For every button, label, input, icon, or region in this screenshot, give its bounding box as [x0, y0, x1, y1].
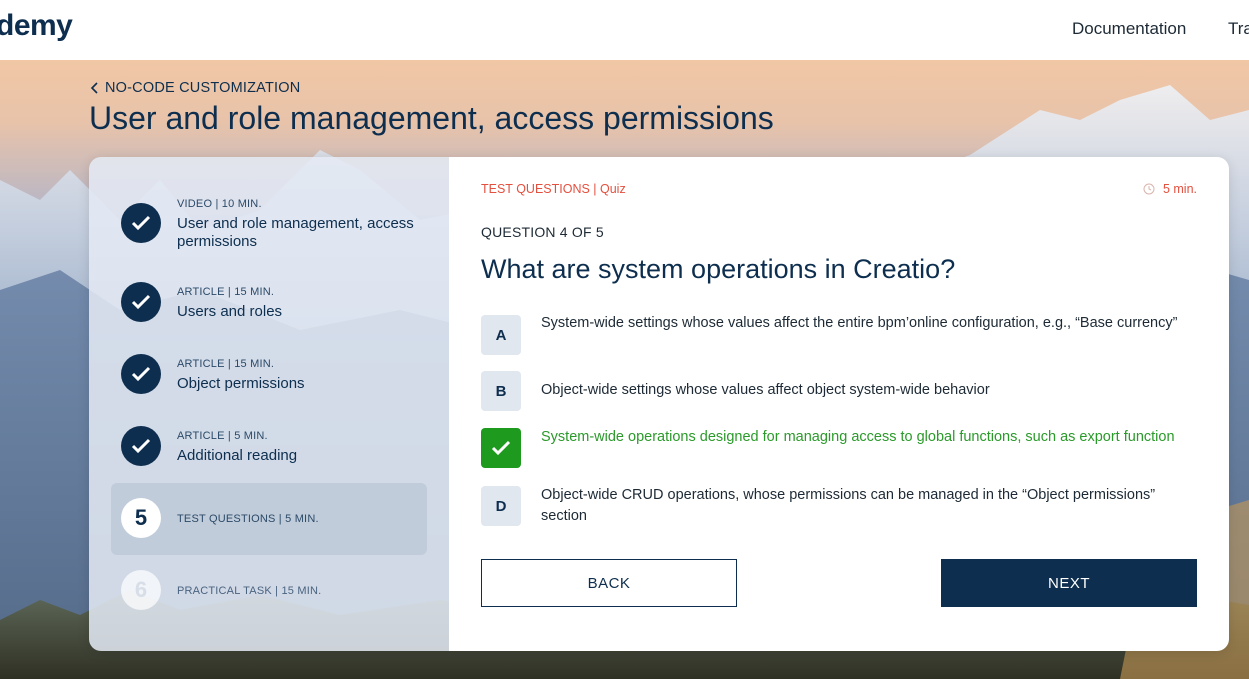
quiz-timer: 5 min.	[1143, 182, 1197, 196]
nav-link-documentation[interactable]: Documentation	[1072, 19, 1186, 39]
timer-text: 5 min.	[1162, 182, 1197, 196]
course-card: VIDEO | 10 MIN. User and role management…	[89, 157, 1229, 651]
step-complete-badge	[121, 282, 161, 322]
step-meta: ARTICLE | 5 MIN.	[177, 430, 268, 442]
step-meta: ARTICLE | 15 MIN.	[177, 286, 275, 298]
answer-letter-badge: B	[481, 371, 521, 411]
page-title: User and role management, access permiss…	[89, 100, 774, 136]
check-icon	[131, 366, 151, 382]
step-article-object-permissions[interactable]: ARTICLE | 15 MIN. Object permissions	[111, 339, 427, 411]
step-number-badge: 6	[121, 570, 161, 610]
step-video[interactable]: VIDEO | 10 MIN. User and role management…	[111, 188, 427, 260]
answer-letter-badge: A	[481, 315, 521, 355]
answer-option-a[interactable]: A System-wide settings whose values affe…	[481, 313, 1197, 357]
step-article-additional-reading[interactable]: ARTICLE | 5 MIN. Additional reading	[111, 411, 427, 483]
question-text: What are system operations in Creatio?	[481, 254, 956, 284]
next-button[interactable]: NEXT	[941, 559, 1197, 607]
nav-link-training[interactable]: Tra	[1228, 19, 1249, 39]
step-practical-task[interactable]: 6 PRACTICAL TASK | 15 MIN.	[111, 555, 427, 627]
course-steps-sidebar: VIDEO | 10 MIN. User and role management…	[89, 157, 449, 651]
question-counter: QUESTION 4 OF 5	[481, 224, 604, 240]
step-title: Users and roles	[177, 303, 283, 320]
answer-option-b[interactable]: B Object-wide settings whose values affe…	[481, 371, 1197, 411]
step-test-questions[interactable]: 5 TEST QUESTIONS | 5 MIN.	[111, 483, 427, 555]
step-complete-badge	[121, 203, 161, 243]
step-complete-badge	[121, 426, 161, 466]
clock-icon	[1143, 183, 1155, 195]
breadcrumb-label: NO-CODE CUSTOMIZATION	[105, 80, 301, 96]
step-title: User and role management, access permiss…	[177, 215, 414, 250]
step-title: Additional reading	[177, 447, 298, 464]
step-article-users-roles[interactable]: ARTICLE | 15 MIN. Users and roles	[111, 267, 427, 339]
step-title: Object permissions	[177, 375, 305, 392]
check-icon	[491, 440, 511, 456]
check-icon	[131, 215, 151, 231]
step-meta: VIDEO | 10 MIN.	[177, 198, 262, 210]
step-meta: PRACTICAL TASK | 15 MIN.	[177, 585, 322, 597]
answer-correct-badge	[481, 428, 521, 468]
step-complete-badge	[121, 354, 161, 394]
breadcrumb-back-link[interactable]: NO-CODE CUSTOMIZATION	[89, 80, 300, 96]
answer-text: System-wide settings whose values affect…	[541, 315, 1178, 331]
top-navigation-bar: demy Documentation Tra	[0, 0, 1249, 60]
answer-text: Object-wide CRUD operations, whose permi…	[541, 487, 1156, 524]
step-meta: TEST QUESTIONS | 5 MIN.	[177, 513, 319, 525]
chevron-left-icon	[90, 82, 98, 94]
quiz-type-label: TEST QUESTIONS | Quiz	[481, 182, 626, 196]
answer-option-c[interactable]: System-wide operations designed for mana…	[481, 427, 1197, 471]
answer-text: Object-wide settings whose values affect…	[541, 382, 990, 398]
back-button[interactable]: BACK	[481, 559, 737, 607]
step-meta: ARTICLE | 15 MIN.	[177, 358, 275, 370]
academy-logo[interactable]: demy	[0, 9, 73, 43]
step-number-badge: 5	[121, 498, 161, 538]
answer-text: System-wide operations designed for mana…	[541, 429, 1175, 445]
answer-option-d[interactable]: D Object-wide CRUD operations, whose per…	[481, 485, 1197, 529]
quiz-panel: TEST QUESTIONS | Quiz 5 min. QUESTION 4 …	[449, 157, 1229, 651]
answer-letter-badge: D	[481, 486, 521, 526]
check-icon	[131, 438, 151, 454]
check-icon	[131, 294, 151, 310]
